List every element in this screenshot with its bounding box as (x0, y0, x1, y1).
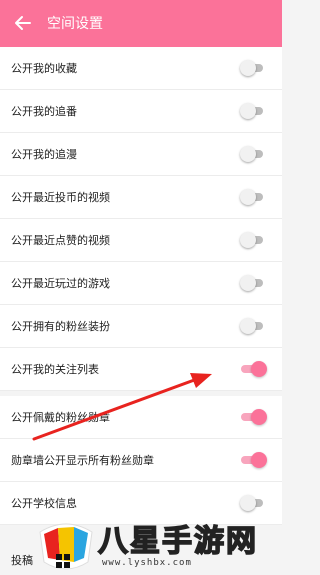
setting-row-coined-videos[interactable]: 公开最近投币的视频 (0, 176, 282, 219)
toggle-knob (240, 146, 256, 162)
setting-row-liked-videos[interactable]: 公开最近点赞的视频 (0, 219, 282, 262)
setting-label: 公开最近投币的视频 (11, 191, 110, 204)
watermark-text: 八星手游网 (97, 523, 258, 560)
setting-row-following-list[interactable]: 公开我的关注列表 (0, 348, 282, 391)
setting-row-played-games[interactable]: 公开最近玩过的游戏 (0, 262, 282, 305)
toggle-knob (251, 452, 267, 468)
toggle-knob (240, 318, 256, 334)
setting-row-worn-medal[interactable]: 公开佩戴的粉丝勋章 (0, 396, 282, 439)
settings-list: 公开我的收藏 公开我的追番 公开我的追漫 公开最近投币的视频 公开最近点赞的视频… (0, 47, 282, 525)
privacy-toggle[interactable] (241, 361, 267, 377)
privacy-toggle[interactable] (241, 452, 267, 468)
privacy-toggle[interactable] (240, 146, 263, 162)
setting-label: 公开拥有的粉丝装扮 (11, 320, 110, 333)
setting-label: 公开我的关注列表 (11, 363, 99, 376)
privacy-toggle[interactable] (240, 60, 263, 76)
setting-label: 公开我的追番 (11, 105, 77, 118)
privacy-toggle[interactable] (241, 409, 267, 425)
setting-row-fan-decorations[interactable]: 公开拥有的粉丝装扮 (0, 305, 282, 348)
privacy-toggle[interactable] (240, 232, 263, 248)
watermark-logo-icon (39, 523, 93, 570)
setting-row-comics[interactable]: 公开我的追漫 (0, 133, 282, 176)
setting-label: 公开佩戴的粉丝勋章 (11, 411, 110, 424)
toggle-knob (251, 409, 267, 425)
setting-label: 公开我的追漫 (11, 148, 77, 161)
privacy-toggle[interactable] (240, 318, 263, 334)
toggle-knob (240, 275, 256, 291)
privacy-toggle[interactable] (240, 495, 263, 511)
setting-row-favorites[interactable]: 公开我的收藏 (0, 47, 282, 90)
section-label-submissions: 投稿 (11, 554, 33, 567)
toggle-knob (240, 103, 256, 119)
privacy-toggle[interactable] (240, 103, 263, 119)
setting-label: 勋章墙公开显示所有粉丝勋章 (11, 454, 154, 467)
setting-label: 公开最近玩过的游戏 (11, 277, 110, 290)
page-title: 空间设置 (47, 16, 103, 32)
arrow-left-icon[interactable] (12, 12, 34, 34)
setting-label: 公开我的收藏 (11, 62, 77, 75)
toggle-knob (251, 361, 267, 377)
setting-label: 公开最近点赞的视频 (11, 234, 110, 247)
top-app-bar: 空间设置 (0, 0, 282, 47)
toggle-knob (240, 60, 256, 76)
site-watermark: 八星手游网 www.lyshbx.com (36, 516, 282, 575)
toggle-knob (240, 495, 256, 511)
privacy-toggle[interactable] (240, 275, 263, 291)
watermark-url: www.lyshbx.com (102, 558, 192, 568)
privacy-toggle[interactable] (240, 189, 263, 205)
toggle-knob (240, 232, 256, 248)
toggle-knob (240, 189, 256, 205)
setting-row-bangumi[interactable]: 公开我的追番 (0, 90, 282, 133)
setting-row-medal-wall[interactable]: 勋章墙公开显示所有粉丝勋章 (0, 439, 282, 482)
